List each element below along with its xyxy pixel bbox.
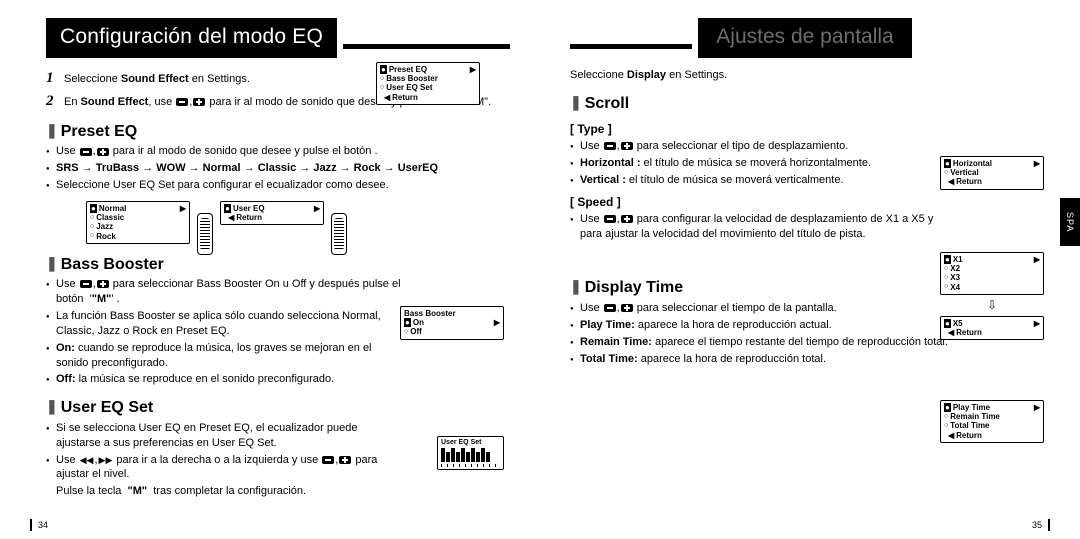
side-tab-spa: SPA [1060,198,1080,246]
figure-scroll-type: ●Horizontal▶○Vertical ◀Return [940,156,1044,190]
usereq-list: Si se selecciona User EQ en Preset EQ, e… [46,421,386,482]
manual-spread: Configuración del modo EQ 1Seleccione So… [0,0,1080,539]
dtime-list: Use , para seleccionar el tiempo de la p… [570,301,950,366]
heading-preset-eq: Preset EQ [46,121,510,143]
list-item: Play Time: aparece la hora de reproducci… [570,318,950,333]
list-item: Use , para ir al modo de sonido que dese… [46,144,510,159]
list-item: Vertical : el título de música se moverá… [570,173,950,188]
list-item: Use , para seleccionar Bass Booster On u… [46,277,406,307]
bass-list: Use , para seleccionar Bass Booster On u… [46,277,406,387]
page-34: Configuración del modo EQ 1Seleccione So… [0,0,540,539]
step-num-1: 1 [46,68,58,88]
page-title-right: Ajustes de pantalla [698,18,911,58]
heading-scroll: Scroll [570,93,950,115]
list-item: SRS → TruBass → WOW → Normal → Classic →… [46,161,510,176]
subheading-speed: Speed [570,194,950,210]
down-arrow-icon: ⇩ [987,298,997,312]
list-item: Remain Time: aparece el tiempo restante … [570,335,950,350]
scroll-knob-icon [331,213,347,255]
step-num-2: 2 [46,91,58,111]
list-item: Total Time: aparece la hora de reproducc… [570,352,950,367]
list-item: Use , para seleccionar el tiempo de la p… [570,301,950,316]
figure-scroll-speed: ●X1▶○X2○X3○X4 ⇩ ●X5▶ ◀Return [940,252,1044,340]
heading-bass-booster: Bass Booster [46,254,510,276]
heading-user-eq-set: User EQ Set [46,397,510,419]
page-number-right: 35 [1032,519,1050,531]
list-item: Use , para configurar la velocidad de de… [570,212,950,242]
list-item: Use , para seleccionar el tipo de despla… [570,139,950,154]
figure-preset-eq-b: ●User EQ▶ ◀Return [220,201,324,225]
usereq-tail: Pulse la tecla "M" tras completar la con… [46,484,510,499]
figure-preset-eq-a: ●Normal▶○Classic○Jazz○Rock [86,201,190,244]
list-item: Use ◀◀,▶▶ para ir a la derecha o a la iz… [46,453,386,483]
heading-display-time: Display Time [570,277,950,299]
figure-sound-effect-menu: ●Preset EQ▶○Bass Booster○User EQ Set ◀Re… [376,62,506,105]
list-item: Si se selecciona User EQ en Preset EQ, e… [46,421,386,451]
right-intro: Seleccione Display en Settings. [570,68,950,83]
page-35: Ajustes de pantalla Seleccione Display e… [540,0,1080,539]
scroll-knob-icon [197,213,213,255]
preset-eq-list: Use , para ir al modo de sonido que dese… [46,144,510,193]
figure-user-eq: User EQ Set [437,436,504,472]
figure-display-time: ●Play Time▶○Remain Time○Total Time ◀Retu… [940,400,1044,443]
scroll-type-list: Use , para seleccionar el tipo de despla… [570,139,950,188]
list-item: Seleccione User EQ Set para configurar e… [46,178,510,193]
page-number-left: 34 [30,519,48,531]
list-item: Off: la música se reproduce en el sonido… [46,372,406,387]
list-item: La función Bass Booster se aplica sólo c… [46,309,406,339]
list-item: Horizontal : el título de música se move… [570,156,950,171]
scroll-speed-list: Use , para configurar la velocidad de de… [570,212,950,242]
figure-bass-booster: Bass Booster●On▶○Off [400,306,504,340]
page-title-left: Configuración del modo EQ [46,18,337,58]
subheading-type: Type [570,121,950,137]
list-item: On: cuando se reproduce la música, los g… [46,341,406,371]
